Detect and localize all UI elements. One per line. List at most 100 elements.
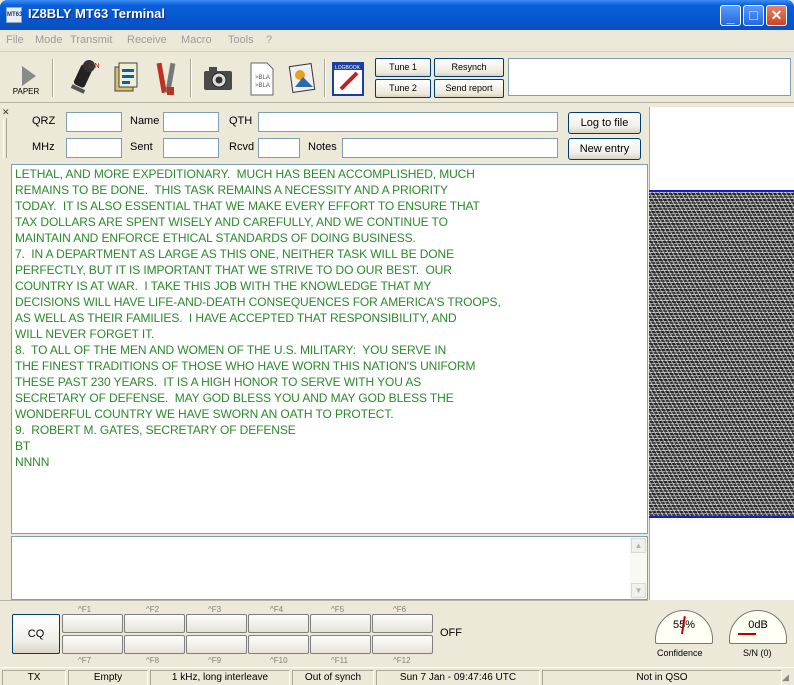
menu-help[interactable]: ? <box>266 34 272 46</box>
vertical-scrollbar[interactable]: ▲ ▼ <box>630 537 647 599</box>
transmit-button[interactable]: ON <box>62 56 102 100</box>
menu-file[interactable]: File <box>6 34 24 46</box>
toolbar: PAPER ON >BLA >BLA LOGBOOK Tune 1 Tune 2… <box>0 53 794 103</box>
receive-text-area[interactable]: LETHAL, AND MORE EXPEDITIONARY. MUCH HAS… <box>11 164 648 534</box>
status-bar: TX Empty 1 kHz, long interleave Out of s… <box>0 667 794 685</box>
status-buffer: Empty <box>68 670 148 685</box>
mhz-field[interactable] <box>66 138 122 158</box>
close-icon: ✕ <box>770 7 783 23</box>
scroll-up-icon[interactable]: ▲ <box>631 538 646 553</box>
qth-field[interactable] <box>258 112 558 132</box>
waterfall-top-area[interactable] <box>649 107 794 190</box>
menu-receive[interactable]: Receive <box>127 34 167 46</box>
macro-key-label: ^F3 <box>208 605 222 614</box>
new-entry-button[interactable]: New entry <box>568 138 641 160</box>
rx-line: 9. ROBERT M. GATES, SECRETARY OF DEFENSE <box>15 423 296 437</box>
menu-transmit[interactable]: Transmit <box>70 34 112 46</box>
transmit-text-area[interactable]: ▲ ▼ <box>11 536 648 600</box>
menu-mode[interactable]: Mode <box>35 34 63 46</box>
receive-button[interactable] <box>104 56 144 100</box>
svg-text:>BLA: >BLA <box>255 75 270 81</box>
macro-key-label: ^F8 <box>146 656 160 665</box>
status-mode: TX <box>2 670 66 685</box>
macro-slot-f11[interactable] <box>310 635 371 654</box>
menu-bar: File Mode Transmit Receive Macro Tools ? <box>0 30 794 52</box>
macro-slot-f5[interactable] <box>310 614 371 633</box>
title-bar[interactable]: MT63 IZ8BLY MT63 Terminal _ □ ✕ <box>0 0 794 30</box>
cq-button[interactable]: CQ <box>12 614 60 654</box>
minimize-button[interactable]: _ <box>720 5 741 26</box>
sent-label: Sent <box>130 141 153 153</box>
macro-slot-f2[interactable] <box>124 614 185 633</box>
snapshot-button[interactable] <box>197 56 237 100</box>
off-button[interactable]: OFF <box>434 614 468 654</box>
tune1-button[interactable]: Tune 1 <box>375 58 431 77</box>
macro-slot-f12[interactable] <box>372 635 433 654</box>
cards-icon <box>114 62 138 92</box>
paper-button[interactable]: PAPER <box>6 56 46 100</box>
send-file-button[interactable]: >BLA >BLA <box>240 56 280 100</box>
logbook-icon: LOGBOOK <box>332 62 364 96</box>
logbook-text: LOGBOOK <box>335 65 361 71</box>
macro-slot-f3[interactable] <box>186 614 247 633</box>
sn-gauge: 0dB <box>729 610 787 644</box>
rx-line: SECRETARY OF DEFENSE. MAY GOD BLESS YOU … <box>15 391 454 405</box>
rx-line: TODAY. IT IS ALSO ESSENTIAL THAT WE MAKE… <box>15 199 480 213</box>
info-display <box>508 58 791 96</box>
waterfall-bottom-area[interactable] <box>649 518 794 600</box>
macro-slot-f6[interactable] <box>372 614 433 633</box>
resynch-button[interactable]: Resynch <box>434 58 504 77</box>
resize-grip-icon[interactable]: ◢ <box>782 672 792 684</box>
maximize-button[interactable]: □ <box>743 5 764 26</box>
panel-grip[interactable] <box>3 118 7 158</box>
maximize-icon: □ <box>749 7 758 23</box>
rcvd-field[interactable] <box>258 138 300 158</box>
meters-panel: 55% Confidence 0dB S/N (0) <box>649 602 794 666</box>
tune2-button[interactable]: Tune 2 <box>375 79 431 98</box>
status-qso: Not in QSO <box>542 670 782 685</box>
rx-line: THESE PAST 230 YEARS. IT IS A HIGH HONOR… <box>15 375 422 389</box>
sent-field[interactable] <box>163 138 219 158</box>
sn-needle <box>738 633 756 635</box>
rx-line: 7. IN A DEPARTMENT AS LARGE AS THIS ONE,… <box>15 247 454 261</box>
rx-line: REMAINS TO BE DONE. THIS TASK REMAINS A … <box>15 183 448 197</box>
macro-key-label: ^F2 <box>146 605 160 614</box>
qrz-field[interactable] <box>66 112 122 132</box>
qsl-button[interactable] <box>282 56 322 100</box>
macro-slot-f8[interactable] <box>124 635 185 654</box>
macro-key-label: ^F5 <box>331 605 345 614</box>
menu-tools[interactable]: Tools <box>228 34 254 46</box>
tools-button[interactable] <box>146 56 186 100</box>
macro-key-label: ^F9 <box>208 656 222 665</box>
macro-slot-f4[interactable] <box>248 614 309 633</box>
scroll-down-icon[interactable]: ▼ <box>631 583 646 598</box>
macro-slot-f1[interactable] <box>62 614 123 633</box>
waterfall-display[interactable] <box>649 192 794 516</box>
confidence-gauge: 55% <box>655 610 713 644</box>
app-icon: MT63 <box>6 7 22 23</box>
qrz-label: QRZ <box>32 115 56 127</box>
send-report-button[interactable]: Send report <box>434 79 504 98</box>
macro-key-label: ^F7 <box>78 656 92 665</box>
rx-line: LETHAL, AND MORE EXPEDITIONARY. MUCH HAS… <box>15 167 475 181</box>
notes-field[interactable] <box>342 138 558 158</box>
macro-slot-f9[interactable] <box>186 635 247 654</box>
name-field[interactable] <box>163 112 219 132</box>
macro-key-label: ^F11 <box>331 656 348 665</box>
document-icon: >BLA >BLA <box>250 62 274 96</box>
rx-line: BT <box>15 439 31 453</box>
rcvd-label: Rcvd <box>229 141 255 153</box>
microphone-icon: ON <box>70 60 100 94</box>
camera-icon <box>204 67 232 90</box>
logbook-button[interactable]: LOGBOOK <box>326 56 368 100</box>
macro-slot-f10[interactable] <box>248 635 309 654</box>
log-to-file-button[interactable]: Log to file <box>568 112 641 134</box>
macro-key-label: ^F10 <box>270 656 288 665</box>
window-title: IZ8BLY MT63 Terminal <box>28 6 166 21</box>
sn-value: 0dB <box>748 619 768 631</box>
macro-slot-f7[interactable] <box>62 635 123 654</box>
close-panel-icon[interactable]: ✕ <box>2 107 10 118</box>
close-button[interactable]: ✕ <box>766 5 787 26</box>
menu-macro[interactable]: Macro <box>181 34 212 46</box>
picture-icon <box>288 63 316 93</box>
